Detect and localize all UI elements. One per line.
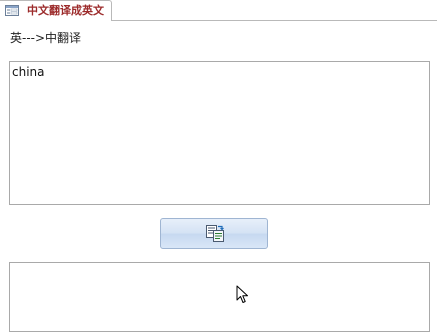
tab-title: 中文翻译成英文: [27, 4, 104, 17]
tab-form[interactable]: 中文翻译成英文: [0, 0, 112, 20]
mouse-pointer-icon: [236, 285, 248, 303]
source-text-value: china: [12, 65, 45, 79]
direction-label: 英--->中翻译: [10, 31, 82, 45]
active-tab-gap: [0, 20, 111, 21]
translate-icon: [206, 225, 224, 242]
source-text-input[interactable]: china: [9, 61, 430, 205]
document-tab-strip: 中文翻译成英文: [0, 0, 437, 21]
form-icon: [5, 5, 19, 16]
translation-output[interactable]: [9, 262, 430, 332]
translate-button[interactable]: [160, 218, 268, 249]
